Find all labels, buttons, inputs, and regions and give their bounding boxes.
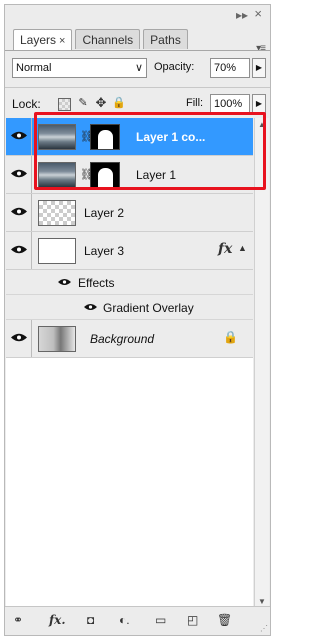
- fill-input[interactable]: 100%: [210, 94, 250, 114]
- lock-row: Lock: ✎ ✥ 🔒 Fill: 100% ▶: [12, 94, 267, 116]
- visibility-toggle[interactable]: [6, 156, 32, 193]
- panel-bottom-bar: ⚭ fx. ◘ ◐. ▭ ◰ 🗑 ⋰: [5, 606, 270, 635]
- blend-mode-select[interactable]: Normal ∨: [12, 58, 147, 78]
- add-mask-icon[interactable]: ◘: [87, 613, 94, 627]
- visibility-toggle[interactable]: [6, 118, 32, 155]
- panel-tabs: Layers × Channels Paths: [13, 29, 191, 51]
- layer-row-layer-1-copy[interactable]: ⛓ Layer 1 co...: [6, 118, 253, 156]
- collapse-panel-icon[interactable]: ▸▸: [236, 8, 248, 22]
- tab-paths-label: Paths: [150, 33, 181, 47]
- layer-row-layer-2[interactable]: Layer 2: [6, 194, 253, 232]
- resize-grip-icon[interactable]: ⋰: [260, 624, 268, 633]
- lock-label: Lock:: [12, 97, 41, 111]
- fill-label: Fill:: [186, 97, 204, 109]
- new-group-icon[interactable]: ▭: [155, 613, 166, 627]
- layer-mask-thumbnail[interactable]: [90, 162, 120, 188]
- layer-thumbnail: [38, 162, 76, 188]
- opacity-value: 70%: [214, 62, 237, 74]
- eye-icon[interactable]: [84, 303, 97, 311]
- tab-close-icon[interactable]: ×: [59, 35, 65, 47]
- lock-position-icon[interactable]: ✥: [94, 96, 108, 110]
- tabs-divider: [5, 50, 270, 51]
- divider: [5, 87, 270, 88]
- layer-thumbnail: [38, 326, 76, 352]
- fx-icon[interactable]: fx: [218, 241, 232, 257]
- opacity-label: Opacity:: [154, 61, 195, 73]
- layers-panel: ▸▸ × Layers × Channels Paths ▾≡ Normal ∨ …: [4, 4, 271, 636]
- tab-channels-label: Channels: [82, 33, 134, 47]
- panel-menu-icon[interactable]: ▾≡: [256, 43, 266, 54]
- collapse-effects-icon[interactable]: ▲: [238, 243, 247, 253]
- visibility-toggle[interactable]: [6, 194, 32, 231]
- layer-name: Layer 3: [84, 244, 125, 258]
- layer-row-layer-1[interactable]: ⛓ Layer 1: [6, 156, 253, 194]
- layer-thumbnail: [38, 200, 76, 226]
- chevron-down-icon: ∨: [134, 62, 143, 74]
- tab-channels[interactable]: Channels: [75, 29, 141, 49]
- scroll-up-icon[interactable]: ▲: [255, 120, 269, 129]
- layer-name: Background: [90, 332, 155, 346]
- eye-icon: [11, 333, 27, 342]
- effects-label: Effects: [78, 276, 115, 290]
- layers-scrollbar[interactable]: ▲ ▼: [254, 118, 269, 608]
- link-layers-icon[interactable]: ⚭: [13, 613, 23, 627]
- tab-paths[interactable]: Paths: [143, 29, 188, 49]
- gradient-overlay-label: Gradient Overlay: [103, 301, 194, 315]
- lock-transparent-pixels-icon[interactable]: [58, 98, 71, 111]
- lock-image-pixels-icon[interactable]: ✎: [76, 96, 90, 110]
- close-panel-icon[interactable]: ×: [254, 6, 262, 21]
- opacity-slider-arrow-icon[interactable]: ▶: [252, 58, 266, 78]
- layer-name: Layer 2: [84, 206, 125, 220]
- visibility-toggle[interactable]: [6, 232, 32, 269]
- tab-layers-label: Layers: [20, 33, 57, 47]
- gradient-overlay-row[interactable]: Gradient Overlay: [6, 295, 253, 320]
- fill-slider-arrow-icon[interactable]: ▶: [252, 94, 266, 114]
- visibility-toggle[interactable]: [6, 320, 32, 357]
- blend-mode-value: Normal: [16, 62, 52, 74]
- opacity-input[interactable]: 70%: [210, 58, 250, 78]
- new-layer-icon[interactable]: ◰: [187, 613, 198, 627]
- layer-name: Layer 1: [136, 168, 177, 182]
- layer-row-layer-3[interactable]: Layer 3 fx ▲: [6, 232, 253, 270]
- eye-icon: [11, 169, 27, 178]
- add-layer-style-fx-icon[interactable]: fx.: [49, 613, 66, 627]
- tab-layers[interactable]: Layers ×: [13, 29, 73, 51]
- trash-icon[interactable]: 🗑: [217, 613, 232, 627]
- blend-row: Normal ∨ Opacity: 70% ▶: [12, 58, 267, 80]
- layer-thumbnail: [38, 124, 76, 150]
- layer-mask-thumbnail[interactable]: [90, 124, 120, 150]
- lock-icon: 🔒: [223, 330, 238, 344]
- layer-name: Layer 1 co...: [136, 130, 206, 144]
- fill-value: 100%: [214, 98, 243, 110]
- eye-icon: [11, 207, 27, 216]
- effects-row[interactable]: Effects: [6, 270, 253, 295]
- eye-icon: [11, 131, 27, 140]
- layers-list: ⛓ Layer 1 co... ⛓ Layer 1 Layer 2 Layer …: [6, 118, 253, 608]
- panel-title-bar: ▸▸ ×: [5, 5, 270, 25]
- adjustment-layer-icon[interactable]: ◐.: [119, 613, 130, 627]
- scroll-down-icon[interactable]: ▼: [255, 597, 269, 606]
- layer-thumbnail: [38, 238, 76, 264]
- lock-all-icon[interactable]: 🔒: [112, 96, 126, 110]
- eye-icon[interactable]: [58, 278, 71, 286]
- layer-row-background[interactable]: Background 🔒: [6, 320, 253, 358]
- eye-icon: [11, 245, 27, 254]
